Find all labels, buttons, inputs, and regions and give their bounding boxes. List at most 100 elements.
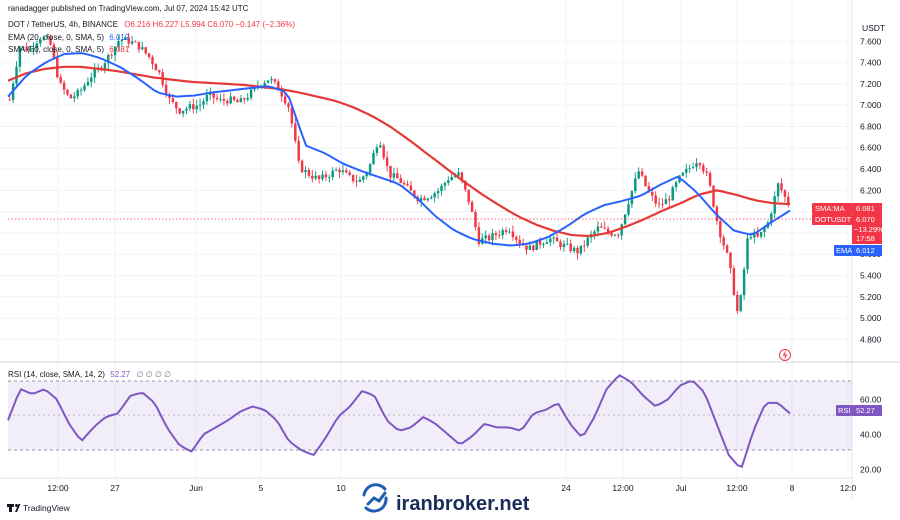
time-tick-label: 10 [336,483,346,493]
candle-body [664,199,668,205]
candle-body [474,212,477,228]
candle-body [613,234,617,236]
candle-body [579,245,583,254]
candle-body [508,231,511,233]
legend-symbol[interactable]: DOT / TetherUS, 4h, BINANCE O6.216 H6.22… [8,20,295,29]
candle-body [440,185,443,192]
candle-body [192,104,195,110]
candle-body [443,182,447,186]
candle-body [498,235,501,236]
rsi-value: 52.27 [110,370,131,379]
price-chart[interactable]: 7.600 7.400 7.200 7.000 6.800 6.600 6.400 6.200… [0,0,900,520]
candle-body [232,96,236,101]
candle-body [273,79,277,82]
candle-body [634,178,637,191]
candle-body [654,195,657,204]
candle-body [729,252,732,269]
candle-body [545,242,549,244]
candle-body [593,231,596,235]
candle-body [783,190,787,197]
candle-body [671,187,674,201]
candle-body [311,175,314,179]
time-tick-label: 5 [259,483,264,493]
candle-body [708,172,712,186]
legend-sma[interactable]: SMA (50, close, 0, SMA, 5) 6.081 [8,45,130,54]
rsi-tick-label: 60.00 [860,394,882,404]
price-tick-label: 6.200 [860,185,882,195]
candle-body [515,236,518,240]
candle-body [66,89,69,95]
candle-body [528,245,532,250]
candle-body [668,199,671,201]
candle-body [76,90,79,97]
candle-body [294,123,297,141]
price-axis[interactable]: 7.600 7.400 7.200 7.000 6.800 6.600 6.400 6.200… [860,36,882,344]
candle-body [402,182,406,185]
candle-body [355,181,358,182]
candle-body [147,53,151,57]
candle-body [103,63,107,69]
candle-body [239,98,243,103]
time-tick-label: Jul [676,483,687,493]
candle-body [144,47,147,54]
candle-body [137,42,141,50]
candle-body [538,240,542,245]
candle-body [324,174,328,178]
candle-body [746,238,749,270]
candle-body [348,172,351,175]
countdown: 17:58 [856,234,875,243]
candle-body [134,41,137,43]
candle-body [69,94,73,99]
sma-badge: SMA:MA 6.081 [812,203,882,214]
candle-body [229,96,232,104]
candle-body [759,231,763,237]
publisher-line: ranadagger published on TradingView.com,… [8,4,249,13]
price-tick-label: 7.600 [860,36,882,46]
rsi-band-fill [8,381,852,450]
rsi-badge: RSI 52.27 [836,405,882,416]
candle-body [300,160,304,173]
footer-brand: TradingView [23,503,71,513]
candle-body [86,81,90,86]
candle-body [351,174,355,182]
candle-body [657,203,661,205]
candle-body [358,179,362,182]
candle-body [491,233,494,241]
time-tick-label: 12:00 [726,483,748,493]
candle-body [583,245,586,247]
candle-body [110,54,113,56]
candle-body [79,90,83,91]
change-pct: −13.29% [854,225,884,234]
symbol-name: DOT / TetherUS, 4h, BINANCE [8,20,118,29]
candle-body [600,226,603,228]
candle-body [698,163,702,166]
ema-badge-name: EMA [836,246,852,255]
candle-body [610,232,613,236]
candle-body [399,178,402,183]
candle-body [198,104,202,106]
candle-body [712,185,715,207]
currency-label[interactable]: USDT [862,23,885,33]
candle-body [314,175,317,179]
candle-body [596,226,600,232]
candle-body [566,243,569,245]
ema-badge: EMA 6.012 [834,245,882,256]
legend-rsi[interactable]: RSI (14, close, SMA, 14, 2) 52.27 ∅ ∅ ∅ … [8,370,171,379]
legend-ema[interactable]: EMA (20, close, 0, SMA, 5) 6.012 [8,33,130,42]
candle-body [321,174,324,180]
candle-body [426,198,430,201]
candle-body [681,172,685,176]
candle-body [719,221,722,238]
candle-body [181,110,185,114]
time-tick-label: 12:0 [840,483,857,493]
candle-body [518,239,521,245]
candle-body [334,169,338,171]
candle-body [569,243,572,252]
candle-body [287,103,290,108]
candle-body [164,84,168,95]
candle-body [430,197,433,199]
price-tick-label: 7.000 [860,100,882,110]
price-tick-label: 5.200 [860,292,882,302]
candle-body [470,202,474,213]
candle-body [205,94,209,102]
